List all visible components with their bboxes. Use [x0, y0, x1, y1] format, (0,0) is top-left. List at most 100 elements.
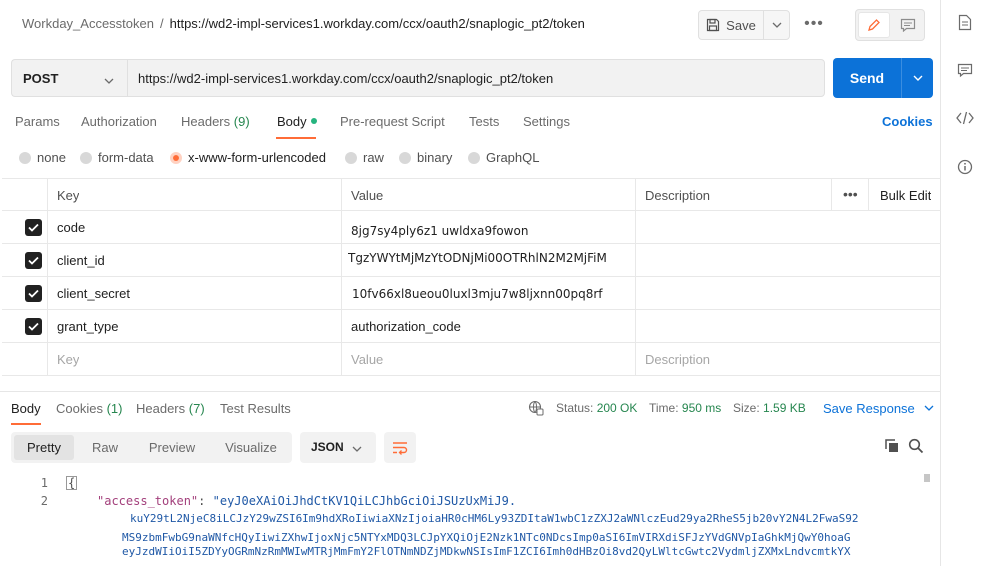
wrap-text-button[interactable]: [384, 432, 416, 463]
send-button[interactable]: Send: [833, 58, 901, 98]
value-header: Value: [351, 188, 384, 203]
send-options-button[interactable]: [902, 58, 933, 98]
checkbox-cell: [2, 244, 48, 276]
key-cell[interactable]: client_secret: [48, 277, 342, 309]
cookies-link[interactable]: Cookies: [882, 114, 933, 129]
radio-label: binary: [417, 150, 453, 165]
radio-form-data[interactable]: form-data: [80, 150, 154, 165]
view-preview[interactable]: Preview: [137, 435, 207, 460]
key-placeholder-cell[interactable]: Key: [48, 343, 342, 375]
save-label: Save: [726, 17, 756, 33]
value-cell[interactable]: authorization_code: [342, 310, 636, 342]
headers-tab-label: Headers: [136, 401, 186, 416]
tab-body[interactable]: Body: [277, 114, 317, 129]
format-select[interactable]: JSON: [300, 432, 376, 463]
more-actions-button[interactable]: •••: [800, 12, 828, 38]
scrollbar-thumb[interactable]: [924, 474, 930, 482]
param-key: client_id: [57, 253, 105, 268]
chevron-down-icon: [104, 72, 114, 87]
bulk-edit-button[interactable]: Bulk Edit: [869, 179, 941, 210]
tab-authorization[interactable]: Authorization: [81, 114, 157, 129]
tab-tests[interactable]: Tests: [469, 114, 499, 129]
radio-none[interactable]: none: [19, 150, 66, 165]
status-value: 200 OK: [596, 401, 638, 415]
line-number: 1: [40, 476, 48, 490]
tab-headers[interactable]: Headers (9): [181, 114, 250, 129]
tab-pre-request-script[interactable]: Pre-request Script: [340, 114, 445, 129]
save-button[interactable]: Save: [699, 11, 763, 39]
status-indicator[interactable]: Status: 200 OK: [556, 401, 637, 415]
view-visualize[interactable]: Visualize: [211, 435, 291, 460]
description-placeholder-cell[interactable]: Description: [636, 343, 941, 375]
globe-icon[interactable]: [528, 400, 544, 419]
bulk-edit-label: Bulk Edit: [880, 188, 932, 203]
row-checkbox[interactable]: [25, 252, 42, 269]
response-body-viewer[interactable]: 1 2 { "access_token": "eyJ0eXAiOiJhdCtKV…: [0, 472, 930, 566]
param-value: TgzYWYtMjMzYtODNjMi00OTRhlN2M2MjFiM: [348, 251, 607, 265]
line-number: 2: [40, 494, 48, 508]
save-response-button[interactable]: Save Response: [823, 401, 934, 416]
response-tab-test-results[interactable]: Test Results: [220, 401, 291, 416]
key-cell[interactable]: code: [48, 211, 342, 243]
radio-circle: [19, 151, 31, 164]
radio-raw[interactable]: raw: [345, 150, 384, 165]
param-value: 8jg7sy4ply6z1 uwldxa9fowon: [351, 224, 529, 238]
description-cell[interactable]: [636, 277, 941, 309]
response-tab-cookies[interactable]: Cookies (1): [56, 401, 122, 416]
chevron-down-icon: [772, 22, 781, 28]
radio-label: form-data: [98, 150, 154, 165]
checkmark-icon: [28, 322, 39, 331]
copy-icon[interactable]: [884, 438, 900, 457]
radio-x-www-form-urlencoded[interactable]: x-www-form-urlencoded: [170, 150, 326, 165]
save-button-group: Save: [698, 10, 790, 40]
collection-name[interactable]: Workday_Accesstoken: [22, 16, 154, 31]
format-label: JSON: [311, 440, 344, 454]
description-placeholder: Description: [645, 352, 711, 367]
tab-params[interactable]: Params: [15, 114, 60, 129]
radio-circle: [345, 151, 357, 164]
comment-mode-button[interactable]: [892, 12, 924, 38]
key-cell[interactable]: grant_type: [48, 310, 342, 342]
response-tab-body[interactable]: Body: [11, 401, 41, 416]
view-pretty[interactable]: Pretty: [14, 435, 74, 460]
request-name[interactable]: https://wd2-impl-services1.workday.com/c…: [170, 16, 585, 31]
description-cell[interactable]: [636, 211, 941, 243]
tab-settings[interactable]: Settings: [523, 114, 570, 129]
row-checkbox[interactable]: [25, 285, 42, 302]
floppy-disk-icon: [707, 18, 720, 32]
description-cell[interactable]: [636, 244, 941, 276]
value-placeholder-cell[interactable]: Value: [342, 343, 636, 375]
response-view-selector: Pretty Raw Preview Visualize: [11, 432, 292, 463]
table-more-button[interactable]: •••: [832, 179, 869, 210]
view-raw[interactable]: Raw: [77, 435, 133, 460]
value-cell[interactable]: 10fv66xl8ueou0luxl3mju7w8ljxnn00pq8rf: [342, 277, 636, 309]
save-options-button[interactable]: [764, 11, 789, 39]
edit-mode-button[interactable]: [858, 12, 890, 38]
url-input[interactable]: https://wd2-impl-services1.workday.com/c…: [127, 59, 825, 97]
info-button[interactable]: [955, 159, 975, 179]
table-row: client_secret 10fv66xl8ueou0luxl3mju7w8l…: [2, 277, 941, 310]
radio-graphql[interactable]: GraphQL: [468, 150, 539, 165]
comments-button[interactable]: [955, 63, 975, 83]
row-checkbox[interactable]: [25, 219, 42, 236]
breadcrumb-separator: /: [160, 16, 164, 31]
key-cell[interactable]: client_id: [48, 244, 342, 276]
size-indicator[interactable]: Size: 1.59 KB: [733, 401, 806, 415]
size-label: Size:: [733, 401, 760, 415]
value-cell[interactable]: TgzYWYtMjMzYtODNjMi00OTRhlN2M2MjFiM: [342, 244, 636, 276]
radio-binary[interactable]: binary: [399, 150, 452, 165]
method-select[interactable]: POST: [11, 59, 127, 97]
description-cell[interactable]: [636, 310, 941, 342]
row-checkbox[interactable]: [25, 318, 42, 335]
response-tab-headers[interactable]: Headers (7): [136, 401, 205, 416]
breadcrumb: Workday_Accesstoken / https://wd2-impl-ser…: [22, 16, 585, 31]
code-snippet-button[interactable]: [955, 111, 975, 131]
documentation-button[interactable]: [955, 14, 975, 34]
search-icon[interactable]: [908, 438, 924, 457]
method-label: POST: [23, 71, 59, 86]
active-tab-indicator: [11, 423, 41, 425]
value-cell[interactable]: 8jg7sy4ply6z1 uwldxa9fowon: [342, 211, 636, 243]
comment-icon: [957, 63, 973, 78]
param-value: 10fv66xl8ueou0luxl3mju7w8ljxnn00pq8rf: [352, 287, 603, 301]
time-indicator[interactable]: Time: 950 ms: [649, 401, 721, 415]
